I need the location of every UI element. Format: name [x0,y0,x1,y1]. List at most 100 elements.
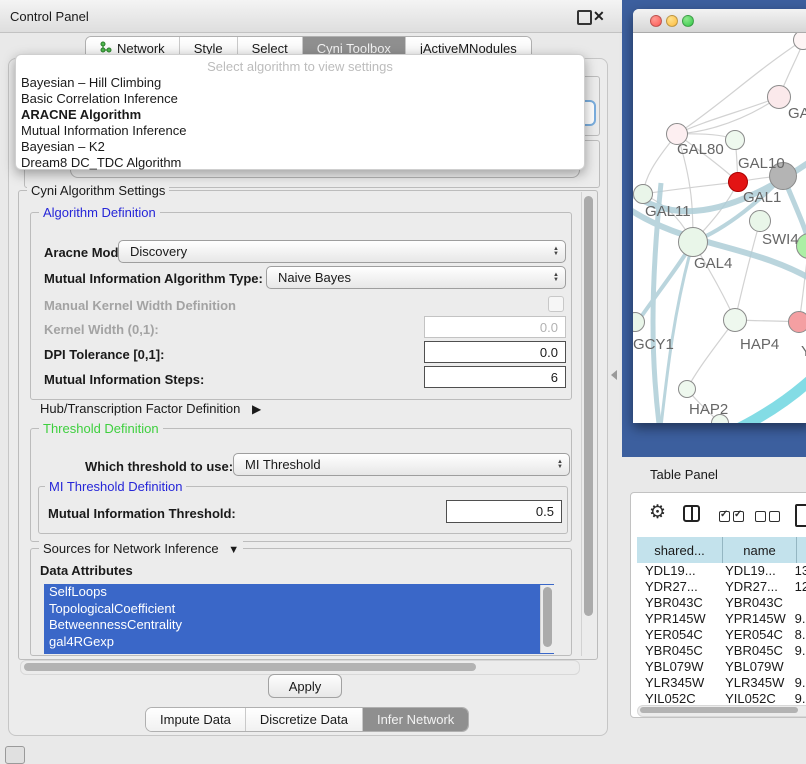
select-all-checkboxes-icon[interactable] [719,509,744,527]
which-threshold-combo[interactable]: MI Threshold ▲▼ [233,453,570,476]
control-panel-titlebar: Control Panel ✕ [0,0,622,33]
table-row[interactable]: YDL19... YDL19... 13 [637,563,806,579]
table-panel-title: Table Panel [650,467,718,482]
combo-spinner-icon: ▲▼ [553,273,561,283]
dpi-tolerance-value: 0.0 [540,345,558,360]
dpi-tolerance-field[interactable]: 0.0 [424,341,566,363]
table-panel: Table Panel ⚙ shared... name YDL19... YD… [622,457,806,762]
list-vscroll-thumb[interactable] [543,587,552,647]
node-label: HAP2 [689,401,728,418]
kernel-width-value: 0.0 [540,320,558,335]
network-canvas[interactable]: GAL GAL80 GAL10 GAL1 GAL11 SWI4 GAL4 GCY… [633,33,806,423]
control-panel-title: Control Panel [10,9,89,24]
mac-close-button[interactable] [650,15,662,27]
aracne-mode-value: Discovery [130,244,187,259]
tab-discretize-data[interactable]: Discretize Data [246,708,363,731]
column-header-name[interactable]: name [723,537,797,563]
mini-palette-icon[interactable] [5,746,25,764]
gear-icon[interactable]: ⚙ [649,501,666,524]
apply-button-label: Apply [289,679,322,694]
data-attributes-list[interactable]: SelfLoops TopologicalCoefficient Between… [44,584,554,654]
mac-minimize-button[interactable] [666,15,678,27]
mi-threshold-field[interactable]: 0.5 [446,500,562,523]
float-panel-icon[interactable] [577,10,592,25]
mi-type-combo[interactable]: Naive Bayes ▲▼ [266,266,566,289]
network-node[interactable] [725,130,745,150]
splitter-collapse-icon[interactable] [611,370,617,380]
hub-definition-toggle[interactable]: Hub/Transcription Factor Definition [40,401,261,416]
popup-item[interactable]: Bayesian – Hill Climbing [16,75,584,91]
table-row[interactable]: YER054C YER054C 8. [637,627,806,643]
network-node[interactable] [678,380,696,398]
node-label: GAL10 [738,155,785,172]
table-horizontal-scrollbar[interactable] [637,705,806,717]
popup-item[interactable]: Basic Correlation Inference [16,91,584,107]
algorithm-definition-title: Algorithm Definition [39,205,160,220]
network-node[interactable] [633,184,653,204]
settings-vscroll-thumb[interactable] [584,196,593,616]
settings-vertical-scrollbar[interactable] [581,192,595,656]
combo-spinner-icon: ▲▼ [553,247,561,257]
table-row[interactable]: YBR045C YBR045C 9. [637,643,806,659]
node-label: GAL4 [694,255,732,272]
dpi-tolerance-label: DPI Tolerance [0,1]: [44,347,164,362]
tab-infer-label: Infer Network [377,712,454,727]
table-row[interactable]: YIL052C YIL052C 9. [637,691,806,704]
settings-horizontal-scrollbar[interactable] [20,660,580,675]
node-label: GAL11 [645,203,691,220]
table-rows: YDL19... YDL19... 13 YDR27... YDR27... 1… [637,563,806,704]
node-label: GAL [788,105,806,122]
node-label: GAL80 [677,141,724,158]
list-item[interactable]: TopologicalCoefficient [44,601,554,618]
split-columns-icon[interactable] [683,505,700,522]
popup-item[interactable]: Bayesian – K2 [16,139,584,155]
sources-title-row[interactable]: Sources for Network Inference [39,541,243,556]
popup-item[interactable]: Mutual Information Inference [16,123,584,139]
which-threshold-value: MI Threshold [245,457,321,472]
manual-kernel-label: Manual Kernel Width Definition [44,298,236,313]
network-node[interactable] [749,210,771,232]
tab-infer-network[interactable]: Infer Network [363,708,468,731]
popup-item-selected[interactable]: ARACNE Algorithm [16,107,584,123]
algorithm-selector-popup: Select algorithm to view settings Bayesi… [15,54,585,170]
clear-all-checkboxes-icon[interactable] [755,509,780,527]
mac-zoom-button[interactable] [682,15,694,27]
mi-threshold-group-title: MI Threshold Definition [45,479,186,494]
popup-item[interactable]: Dream8 DC_TDC Algorithm [16,155,584,171]
settings-hscroll-thumb[interactable] [24,663,476,671]
mi-threshold-label: Mutual Information Threshold: [48,506,236,521]
tab-impute-data[interactable]: Impute Data [146,708,246,731]
table-hscroll-thumb[interactable] [640,707,798,713]
table-row[interactable]: YPR145W YPR145W 9. [637,611,806,627]
table-row[interactable]: YLR345W YLR345W 9. [637,675,806,691]
new-table-icon[interactable] [795,504,806,527]
table-row[interactable]: YBL079W YBL079W [637,659,806,675]
mi-type-value: Naive Bayes [278,270,351,285]
table-row[interactable]: YBR043C YBR043C [637,595,806,611]
list-item[interactable]: gal4RGexp [44,634,554,651]
cyni-settings-title: Cyni Algorithm Settings [27,183,169,198]
list-item[interactable]: BetweennessCentrality [44,617,554,634]
list-item[interactable]: SelfLoops [44,584,554,601]
manual-kernel-checkbox[interactable] [548,296,564,312]
table-row[interactable]: YDR27... YDR27... 12 [637,579,806,595]
tab-discretize-label: Discretize Data [260,712,348,727]
table-panel-card: ⚙ shared... name YDL19... YDL19... 13 YD… [630,492,806,718]
kernel-width-field[interactable]: 0.0 [424,316,566,338]
collapsed-arrow-icon[interactable] [252,401,261,416]
network-window[interactable]: GAL GAL80 GAL10 GAL1 GAL11 SWI4 GAL4 GCY… [633,9,806,423]
mi-steps-field[interactable]: 6 [424,366,566,388]
close-panel-icon[interactable]: ✕ [593,9,605,23]
apply-button[interactable]: Apply [268,674,342,698]
column-header-shared[interactable]: shared... [637,537,723,563]
list-vertical-scrollbar[interactable] [540,585,554,653]
network-node[interactable] [723,308,747,332]
aracne-mode-combo[interactable]: Discovery ▲▼ [118,240,566,263]
network-node[interactable] [678,227,708,257]
network-window-titlebar[interactable] [633,9,806,33]
node-label: Y [801,343,806,360]
mi-steps-value: 6 [551,370,558,385]
column-header-partial[interactable] [797,537,806,563]
expanded-arrow-icon[interactable] [228,541,239,556]
network-node[interactable] [788,311,806,333]
